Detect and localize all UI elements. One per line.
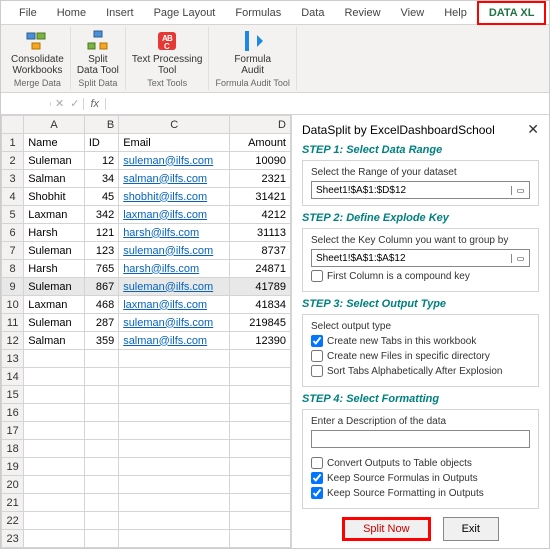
email-link[interactable]: suleman@ilfs.com — [123, 245, 213, 257]
create-tabs-checkbox[interactable]: Create new Tabs in this workbook — [311, 335, 530, 347]
table-row: 7Suleman123suleman@ilfs.com8737 — [2, 242, 291, 260]
ribbon-tabs: FileHomeInsertPage LayoutFormulasDataRev… — [1, 1, 549, 25]
step4-box: Enter a Description of the data Convert … — [302, 409, 539, 509]
col-header-C[interactable]: C — [119, 116, 230, 134]
step2-heading: STEP 2: Define Explode Key — [302, 212, 539, 224]
email-link[interactable]: laxman@ilfs.com — [123, 299, 207, 311]
ribbon-groups: ConsolidateWorkbooksMerge DataSplitData … — [1, 25, 549, 93]
email-link[interactable]: harsh@ilfs.com — [123, 227, 199, 239]
convert-table-checkbox[interactable]: Convert Outputs to Table objects — [311, 457, 530, 469]
table-row: 4Shobhit45shobhit@ilfs.com31421 — [2, 188, 291, 206]
table-row: 20 — [2, 476, 291, 494]
cancel-icon[interactable]: ✕ — [55, 97, 64, 110]
email-link[interactable]: shobhit@ilfs.com — [123, 191, 207, 203]
table-row: 21 — [2, 494, 291, 512]
table-row: 19 — [2, 458, 291, 476]
email-link[interactable]: salman@ilfs.com — [123, 335, 207, 347]
table-row: 15 — [2, 386, 291, 404]
table-row: 6Harsh121harsh@ilfs.com31113 — [2, 224, 291, 242]
table-row: 11Suleman287suleman@ilfs.com219845 — [2, 314, 291, 332]
step1-heading: STEP 1: Select Data Range — [302, 144, 539, 156]
worksheet[interactable]: ABCD1NameIDEmailAmount2Suleman12suleman@… — [1, 115, 291, 548]
data-range-input[interactable] — [312, 184, 511, 197]
table-row: 12Salman359salman@ilfs.com12390 — [2, 332, 291, 350]
close-icon[interactable]: ✕ — [527, 121, 539, 138]
col-header-A[interactable]: A — [24, 116, 85, 134]
table-row: 2Suleman12suleman@ilfs.com10090 — [2, 152, 291, 170]
tab-help[interactable]: Help — [434, 3, 477, 23]
step4-label: Enter a Description of the data — [311, 416, 530, 427]
table-row: 8Harsh765harsh@ilfs.com24871 — [2, 260, 291, 278]
step4-heading: STEP 4: Select Formatting — [302, 393, 539, 405]
compound-key-checkbox[interactable]: First Column is a compound key — [311, 270, 530, 282]
step3-box: Select output type Create new Tabs in th… — [302, 314, 539, 387]
email-link[interactable]: laxman@ilfs.com — [123, 209, 207, 221]
tab-file[interactable]: File — [9, 3, 47, 23]
table-row: 10Laxman468laxman@ilfs.com41834 — [2, 296, 291, 314]
formula-bar-buttons: ✕ ✓ — [51, 97, 83, 110]
tab-view[interactable]: View — [391, 3, 435, 23]
table-row: 1NameIDEmailAmount — [2, 134, 291, 152]
range-picker-icon[interactable]: ▭ — [511, 186, 529, 195]
tab-data[interactable]: Data — [291, 3, 334, 23]
ribbon-group-consolidate[interactable]: ConsolidateWorkbooksMerge Data — [5, 27, 71, 90]
email-link[interactable]: salman@ilfs.com — [123, 173, 207, 185]
key-column-input[interactable] — [312, 252, 511, 265]
tab-home[interactable]: Home — [47, 3, 96, 23]
select-all-cell[interactable] — [2, 116, 24, 134]
table-row: 17 — [2, 422, 291, 440]
table-row: 16 — [2, 404, 291, 422]
email-link[interactable]: suleman@ilfs.com — [123, 317, 213, 329]
enter-icon[interactable]: ✓ — [70, 97, 79, 110]
ribbon-group-text[interactable]: ABCText ProcessingToolText Tools — [126, 27, 210, 90]
tab-formulas[interactable]: Formulas — [225, 3, 291, 23]
description-input[interactable] — [311, 430, 530, 448]
range-picker-icon[interactable]: ▭ — [511, 254, 529, 263]
step1-box: Select the Range of your dataset ▭ — [302, 160, 539, 206]
table-row: 22 — [2, 512, 291, 530]
step3-label: Select output type — [311, 321, 530, 332]
tab-insert[interactable]: Insert — [96, 3, 144, 23]
sort-tabs-checkbox[interactable]: Sort Tabs Alphabetically After Explosion — [311, 365, 530, 377]
datasplit-pane: DataSplit by ExcelDashboardSchool ✕ STEP… — [291, 115, 549, 548]
svg-text:C: C — [164, 42, 170, 51]
step3-heading: STEP 3: Select Output Type — [302, 298, 539, 310]
table-row: 3Salman34salman@ilfs.com2321 — [2, 170, 291, 188]
tab-data-xl[interactable]: DATA XL — [477, 1, 547, 25]
name-box[interactable] — [1, 102, 51, 106]
create-files-checkbox[interactable]: Create new Files in specific directory — [311, 350, 530, 362]
step2-label: Select the Key Column you want to group … — [311, 235, 530, 246]
table-row: 23 — [2, 530, 291, 548]
consolidate-icon — [25, 29, 49, 53]
audit-icon — [241, 29, 265, 53]
split-now-button[interactable]: Split Now — [342, 517, 430, 541]
text-icon: ABC — [155, 29, 179, 53]
tab-review[interactable]: Review — [334, 3, 390, 23]
step1-label: Select the Range of your dataset — [311, 167, 530, 178]
keep-formatting-checkbox[interactable]: Keep Source Formatting in Outputs — [311, 487, 530, 499]
email-link[interactable]: suleman@ilfs.com — [123, 155, 213, 167]
col-header-D[interactable]: D — [230, 116, 291, 134]
pane-title: DataSplit by ExcelDashboardSchool — [302, 123, 495, 137]
table-row: 9Suleman867suleman@ilfs.com41789 — [2, 278, 291, 296]
exit-button[interactable]: Exit — [443, 517, 499, 541]
step2-box: Select the Key Column you want to group … — [302, 228, 539, 292]
keep-formulas-checkbox[interactable]: Keep Source Formulas in Outputs — [311, 472, 530, 484]
split-icon — [86, 29, 110, 53]
email-link[interactable]: suleman@ilfs.com — [123, 281, 213, 293]
table-row: 13 — [2, 350, 291, 368]
formula-bar: ✕ ✓ fx — [1, 93, 549, 115]
email-link[interactable]: harsh@ilfs.com — [123, 263, 199, 275]
col-header-B[interactable]: B — [84, 116, 118, 134]
ribbon-group-split[interactable]: SplitData ToolSplit Data — [71, 27, 126, 90]
table-row: 18 — [2, 440, 291, 458]
fx-button[interactable]: fx — [83, 98, 106, 110]
table-row: 14 — [2, 368, 291, 386]
table-row: 5Laxman342laxman@ilfs.com4212 — [2, 206, 291, 224]
tab-page-layout[interactable]: Page Layout — [144, 3, 226, 23]
ribbon-group-audit[interactable]: FormulaAuditFormula Audit Tool — [209, 27, 296, 90]
